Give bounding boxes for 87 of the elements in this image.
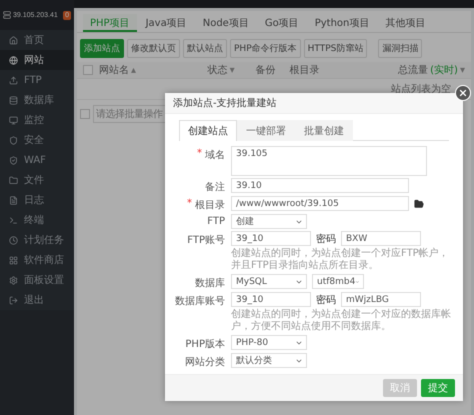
tab[interactable]: Node项目	[196, 14, 256, 32]
toolbar-button[interactable]: PHP命令行版本	[230, 39, 301, 58]
folder-icon[interactable]	[414, 198, 424, 208]
hint-text: 创建站点的同时，为站点创建一个对应FTP帐户，并且FTP目录指向站点所在目录。	[231, 248, 450, 272]
sidebar-item[interactable]: 监控	[0, 110, 74, 130]
sidebar-item[interactable]: 文件	[0, 170, 74, 190]
input-field[interactable]: 39.10	[231, 178, 409, 193]
sidebar-item[interactable]: 首页	[0, 30, 74, 50]
field-label: 数据库账号	[175, 294, 225, 308]
shield-icon	[9, 136, 18, 144]
dialog-tab[interactable]: 批量创建	[295, 120, 353, 141]
account-field[interactable]: 39_10	[231, 292, 311, 307]
database-icon	[9, 96, 18, 104]
toolbar-button[interactable]: 添加站点	[80, 39, 124, 58]
field-label: 域名	[205, 148, 225, 162]
checkbox[interactable]	[80, 109, 90, 119]
home-icon	[9, 36, 18, 44]
field-label: 备注	[205, 180, 225, 194]
select-field[interactable]: utf8mb4	[312, 274, 364, 289]
monitor-icon	[9, 116, 18, 124]
terminal-icon	[9, 216, 18, 224]
folder-icon	[9, 176, 18, 184]
sidebar-item[interactable]: 安全	[0, 130, 74, 150]
sidebar-item[interactable]: 日志	[0, 190, 74, 210]
checkbox[interactable]	[83, 65, 93, 75]
select-field[interactable]: 默认分类	[231, 353, 307, 368]
tab[interactable]: Go项目	[258, 14, 306, 32]
tab[interactable]: PHP项目	[83, 14, 137, 32]
submit-button[interactable]: 提交	[421, 379, 455, 397]
password-field[interactable]: mWjzLBG	[341, 292, 421, 307]
server-icon	[3, 11, 11, 19]
path-field[interactable]: /www/wwwroot/39.105	[231, 196, 409, 211]
column-header[interactable]: 状态	[208, 63, 228, 77]
tab[interactable]: Python项目	[308, 14, 376, 32]
field-label: 网站分类	[185, 356, 225, 369]
clock-icon	[9, 236, 18, 244]
dialog-tab[interactable]: 一键部署	[237, 120, 295, 141]
toolbar-button[interactable]: HTTPS防窜站	[304, 39, 368, 58]
tab[interactable]: 其他项目	[378, 14, 432, 32]
upload-icon	[9, 76, 18, 84]
globe-icon	[9, 56, 18, 64]
document-icon	[9, 196, 18, 204]
sidebar-item[interactable]: 终端	[0, 210, 74, 230]
domain-field[interactable]: 39.105	[231, 146, 427, 176]
field-label: 密码	[316, 232, 336, 246]
account-field[interactable]: 39_10	[231, 231, 311, 246]
field-label: FTP账号	[187, 234, 225, 247]
field-label: 数据库	[195, 276, 225, 290]
field-label: 密码	[316, 294, 336, 306]
sidebar-item[interactable]: 退出	[0, 290, 74, 310]
sidebar-item[interactable]: 数据库	[0, 90, 74, 110]
sort-arrow[interactable]: ▴	[131, 64, 136, 76]
column-note: (实时)	[430, 64, 458, 77]
select-field[interactable]: MySQL	[231, 274, 307, 289]
select-field[interactable]: 创建	[231, 214, 307, 229]
required-mark: *	[187, 198, 192, 211]
column-header[interactable]: 根目录	[290, 63, 320, 77]
dialog-tab[interactable]: 创建站点	[179, 120, 237, 141]
logout-icon	[9, 296, 18, 304]
sidebar-item[interactable]: 软件商店	[0, 250, 74, 270]
hint-text: 创建站点的同时，为站点创建一个对应的数据库帐户，方便不同站点使用不同数据库。	[231, 309, 452, 333]
field-label: FTP	[207, 216, 225, 227]
sidebar-item[interactable]: 计划任务	[0, 230, 74, 250]
grid-icon	[9, 256, 18, 264]
sidebar-item[interactable]: WAF	[0, 150, 74, 170]
column-header[interactable]: 总流量	[398, 63, 428, 77]
close-icon	[458, 88, 468, 98]
column-header[interactable]: 网站名	[99, 63, 129, 77]
tab[interactable]: Java项目	[138, 14, 194, 32]
required-mark: *	[197, 148, 202, 161]
sort-arrow[interactable]: ▾	[460, 64, 465, 76]
field-label: PHP版本	[185, 338, 225, 351]
sidebar-item[interactable]: FTP	[0, 70, 74, 90]
shield-icon	[9, 156, 18, 164]
toolbar-button[interactable]: 默认站点	[183, 39, 227, 58]
field-label: 根目录	[195, 198, 225, 212]
dialog-title: 添加站点-支持批量建站	[173, 96, 277, 110]
password-field[interactable]: BXW	[341, 231, 421, 246]
sidebar-item[interactable]: 网站	[0, 50, 74, 70]
toolbar-button[interactable]: 漏洞扫描	[378, 39, 422, 58]
select-field[interactable]: PHP-80	[231, 335, 307, 350]
sort-arrow[interactable]: ▾	[230, 64, 235, 76]
toolbar-button[interactable]: 修改默认页	[127, 39, 180, 58]
sidebar-item[interactable]: 面板设置	[0, 270, 74, 290]
empty-message: 站点列表为空	[391, 82, 451, 96]
column-header[interactable]: 备份	[256, 63, 276, 77]
settings-icon	[9, 276, 18, 284]
